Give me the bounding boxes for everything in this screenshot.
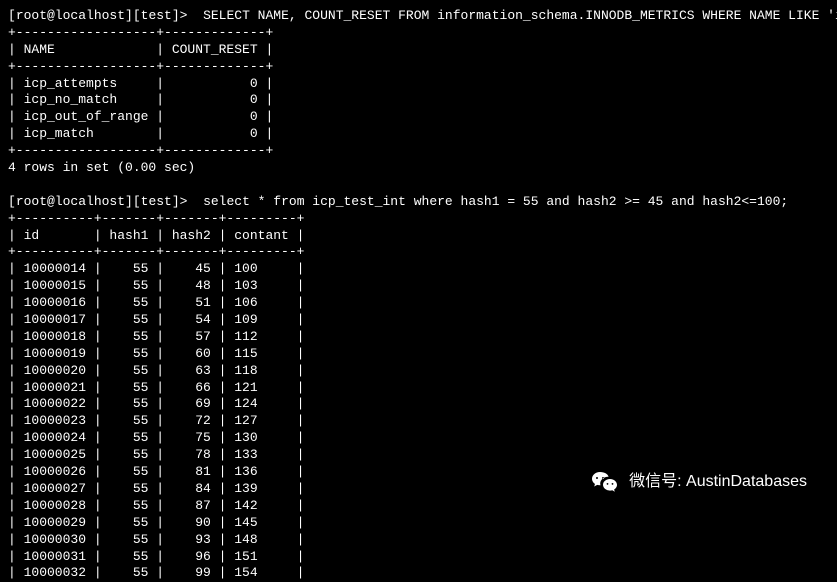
table-row: | 10000025 | 55 | 78 | 133 | [8,447,829,464]
table-row: | 10000014 | 55 | 45 | 100 | [8,261,829,278]
table-row: | 10000030 | 55 | 93 | 148 | [8,532,829,549]
table-row: | 10000022 | 55 | 69 | 124 | [8,396,829,413]
prompt-line-1[interactable]: [root@localhost][test]> SELECT NAME, COU… [8,8,829,25]
table-row: | 10000021 | 55 | 66 | 121 | [8,380,829,397]
result-table-1: +------------------+-------------+| NAME… [8,25,829,160]
table-row: | 10000019 | 55 | 60 | 115 | [8,346,829,363]
wechat-icon [591,470,619,494]
table-row: | icp_match | 0 | [8,126,829,143]
table-row: | 10000032 | 55 | 99 | 154 | [8,565,829,582]
table-row: | 10000018 | 55 | 57 | 112 | [8,329,829,346]
table-row: | 10000029 | 55 | 90 | 145 | [8,515,829,532]
sql-query-1: SELECT NAME, COUNT_RESET FROM informatio… [203,8,837,23]
sql-query-2: select * from icp_test_int where hash1 =… [203,194,788,209]
blank-line [8,177,829,194]
watermark-label: 微信号 [629,473,677,490]
table-row: | 10000020 | 55 | 63 | 118 | [8,363,829,380]
table-divider: +----------+-------+-------+---------+ [8,244,829,261]
table-divider: +------------------+-------------+ [8,25,829,42]
watermark: 微信号: AustinDatabases [591,470,807,494]
table-divider: +----------+-------+-------+---------+ [8,211,829,228]
table-header-row: | NAME | COUNT_RESET | [8,42,829,59]
table-row: | icp_out_of_range | 0 | [8,109,829,126]
table-row: | 10000031 | 55 | 96 | 151 | [8,549,829,566]
table-row: | 10000024 | 55 | 75 | 130 | [8,430,829,447]
table-divider: +------------------+-------------+ [8,59,829,76]
prompt-line-2[interactable]: [root@localhost][test]> select * from ic… [8,194,829,211]
rows-summary-1: 4 rows in set (0.00 sec) [8,160,829,177]
prompt-db: test [141,8,172,23]
table-row: | 10000015 | 55 | 48 | 103 | [8,278,829,295]
result-table-2: +----------+-------+-------+---------+| … [8,211,829,582]
table-row: | icp_no_match | 0 | [8,92,829,109]
table-row: | 10000023 | 55 | 72 | 127 | [8,413,829,430]
watermark-text: 微信号: AustinDatabases [629,472,807,493]
terminal-output: [root@localhost][test]> SELECT NAME, COU… [8,8,829,582]
watermark-value: AustinDatabases [686,473,807,490]
prompt-user: root@localhost [16,194,125,209]
table-row: | 10000017 | 55 | 54 | 109 | [8,312,829,329]
prompt-db: test [141,194,172,209]
table-header-row: | id | hash1 | hash2 | contant | [8,228,829,245]
table-row: | 10000028 | 55 | 87 | 142 | [8,498,829,515]
table-row: | 10000016 | 55 | 51 | 106 | [8,295,829,312]
prompt-user: root@localhost [16,8,125,23]
table-row: | icp_attempts | 0 | [8,76,829,93]
table-divider: +------------------+-------------+ [8,143,829,160]
